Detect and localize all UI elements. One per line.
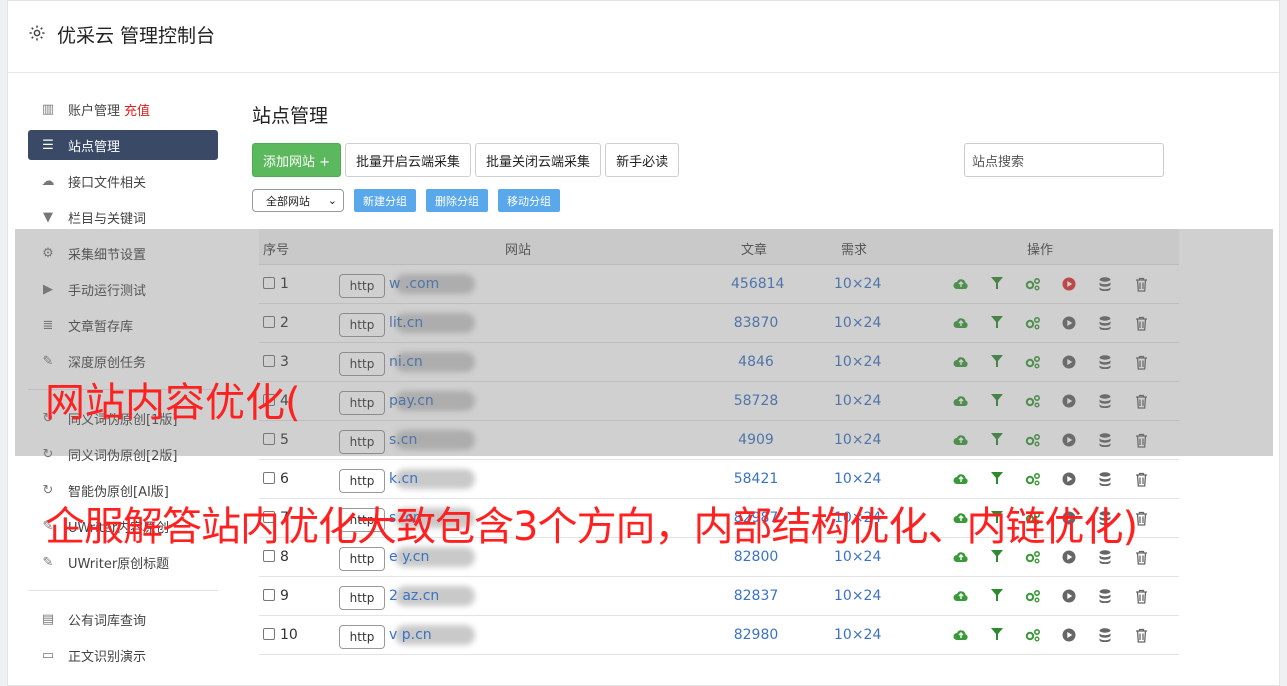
- gears-icon[interactable]: [1015, 589, 1051, 604]
- filter-icon[interactable]: [979, 550, 1015, 565]
- sidebar-item-text-recognition[interactable]: ▭ 正文识别演示: [28, 637, 218, 673]
- play-icon[interactable]: [1051, 589, 1087, 604]
- site-link[interactable]: k.cn: [389, 471, 418, 487]
- list-icon: ☰: [42, 137, 54, 153]
- sidebar-item-interface[interactable]: ☁ 接口文件相关: [28, 163, 218, 199]
- row-actions: [943, 550, 1159, 565]
- filter-icon[interactable]: [979, 628, 1015, 643]
- gear-icon: [29, 25, 45, 41]
- app-title: 优采云 管理控制台: [57, 25, 216, 47]
- new-group-button[interactable]: 新建分组: [354, 189, 416, 212]
- cloud-upload-icon[interactable]: [943, 589, 979, 604]
- cloud-upload-icon[interactable]: [943, 472, 979, 487]
- batch-disable-button[interactable]: 批量关闭云端采集: [475, 143, 602, 177]
- row-checkbox[interactable]: [263, 589, 275, 601]
- site-link[interactable]: v p.cn: [389, 627, 432, 643]
- row-actions: [943, 472, 1159, 487]
- cloud-upload-icon[interactable]: [943, 628, 979, 643]
- book-icon: ▤: [41, 611, 55, 627]
- add-site-button[interactable]: 添加网站 +: [252, 143, 342, 177]
- row-checkbox[interactable]: [263, 472, 275, 484]
- sidebar-item-sites[interactable]: ☰ 站点管理: [28, 130, 218, 160]
- table-row: 9 http 2 az.cn 82837 10×24: [259, 577, 1179, 616]
- cloud-upload-icon[interactable]: [943, 550, 979, 565]
- site-search-input[interactable]: 站点搜索: [964, 143, 1164, 177]
- batch-enable-button[interactable]: 批量开启云端采集: [345, 143, 472, 177]
- gears-icon[interactable]: [1015, 472, 1051, 487]
- recharge-link[interactable]: 充值: [124, 100, 150, 119]
- overlay-caption-line1: 网站内容优化(: [45, 380, 301, 426]
- protocol-badge: http: [339, 469, 385, 493]
- filter-icon[interactable]: [979, 589, 1015, 604]
- database-icon[interactable]: [1087, 550, 1123, 565]
- demand-value[interactable]: 10×24: [834, 588, 881, 604]
- trash-icon[interactable]: [1123, 550, 1159, 565]
- play-icon[interactable]: [1051, 472, 1087, 487]
- row-index: 10: [280, 627, 298, 643]
- article-count[interactable]: 58421: [731, 471, 781, 487]
- trash-icon[interactable]: [1123, 628, 1159, 643]
- table-row: 10 http v p.cn 82980 10×24: [259, 616, 1179, 655]
- page-title: 站点管理: [252, 105, 329, 127]
- article-count[interactable]: 82980: [731, 627, 781, 643]
- main-content: 站点管理 添加网站 + 批量开启云端采集 批量关闭云端采集 新手必读 站点搜索 …: [252, 101, 1179, 655]
- filter-icon: ▼: [43, 209, 53, 225]
- monitor-icon: ▭: [41, 647, 55, 663]
- trash-icon[interactable]: [1123, 472, 1159, 487]
- row-index: 6: [280, 471, 289, 487]
- row-index: 9: [280, 588, 289, 604]
- chevron-down-icon: ⌄: [327, 194, 337, 207]
- database-icon[interactable]: [1087, 589, 1123, 604]
- edit-icon: ✎: [42, 554, 54, 570]
- sidebar-item-account[interactable]: ▥ 账户管理 充值: [28, 91, 218, 127]
- gears-icon[interactable]: [1015, 628, 1051, 643]
- demand-value[interactable]: 10×24: [834, 471, 881, 487]
- protocol-badge: http: [339, 586, 385, 610]
- play-icon[interactable]: [1051, 550, 1087, 565]
- toolbar: 添加网站 + 批量开启云端采集 批量关闭云端采集 新手必读: [252, 143, 680, 177]
- site-link[interactable]: 2 az.cn: [389, 588, 439, 604]
- sidebar-item-public-lexicon[interactable]: ▤ 公有词库查询: [28, 601, 218, 637]
- overlay-caption-line2: 企服解答站内优化大致包含3个方向，内部结构优化、内链优化): [45, 504, 1138, 550]
- sidebar-divider: [28, 590, 218, 591]
- row-actions: [943, 628, 1159, 643]
- gears-icon[interactable]: [1015, 550, 1051, 565]
- article-count[interactable]: 82837: [731, 588, 781, 604]
- database-icon[interactable]: [1087, 628, 1123, 643]
- play-icon[interactable]: [1051, 628, 1087, 643]
- protocol-badge: http: [339, 625, 385, 649]
- cloud-upload-icon: ☁: [41, 173, 55, 189]
- demand-value[interactable]: 10×24: [834, 627, 881, 643]
- group-select[interactable]: 全部网站 ⌄: [252, 189, 344, 212]
- move-group-button[interactable]: 移动分组: [498, 189, 560, 212]
- beginner-guide-button[interactable]: 新手必读: [605, 143, 680, 177]
- top-bar: 优采云 管理控制台: [8, 1, 1279, 73]
- trash-icon[interactable]: [1123, 589, 1159, 604]
- row-actions: [943, 589, 1159, 604]
- row-checkbox[interactable]: [263, 628, 275, 640]
- delete-group-button[interactable]: 删除分组: [426, 189, 488, 212]
- bar-chart-icon: ▥: [41, 101, 55, 117]
- group-toolbar: 全部网站 ⌄ 新建分组 删除分组 移动分组: [252, 189, 560, 212]
- database-icon[interactable]: [1087, 472, 1123, 487]
- filter-icon[interactable]: [979, 472, 1015, 487]
